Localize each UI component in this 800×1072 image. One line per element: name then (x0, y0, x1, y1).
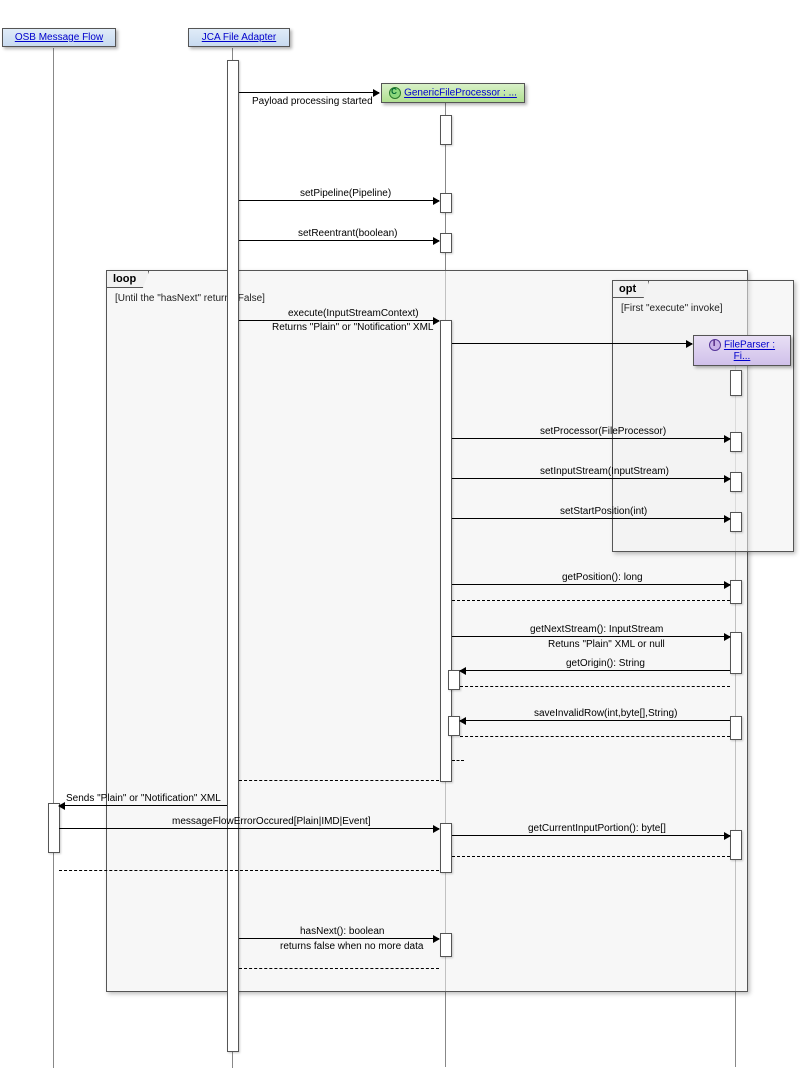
label-m12: Sends "Plain" or "Notification" XML (66, 793, 221, 804)
label-m4r: Returns "Plain" or "Notification" XML (272, 322, 433, 333)
lifeline-osb[interactable]: OSB Message Flow (2, 28, 116, 47)
return-m13 (59, 870, 439, 871)
label-m8: getPosition(): long (562, 572, 643, 583)
activation-gfp-4 (440, 320, 452, 782)
activation-fp-5 (730, 632, 742, 674)
label-m10: getOrigin(): String (566, 658, 645, 669)
return-m15 (239, 968, 439, 969)
return-nested (452, 760, 464, 761)
activation-gfp-5 (440, 823, 452, 873)
activation-gfp-2 (440, 193, 452, 213)
arrow-m4 (239, 320, 439, 321)
arrow-m13 (59, 828, 439, 829)
activation-fp-4 (730, 580, 742, 604)
return-m10 (460, 686, 730, 687)
label-m9r: Retuns "Plain" XML or null (548, 639, 665, 650)
label-m4: execute(InputStreamContext) (288, 308, 419, 319)
arrow-m9 (452, 636, 730, 637)
return-execute (239, 780, 439, 781)
activation-gfp-6 (440, 933, 452, 957)
activation-gfp-3 (440, 233, 452, 253)
return-m11 (460, 736, 730, 737)
label-m9: getNextStream(): InputStream (530, 624, 663, 635)
arrow-m14 (452, 835, 730, 836)
fragment-loop-label: loop (107, 271, 149, 288)
arrow-m5 (452, 438, 730, 439)
arrow-m1 (239, 92, 379, 93)
lifeline-jca[interactable]: JCA File Adapter (188, 28, 290, 47)
lifeline-jca-label: JCA File Adapter (202, 32, 276, 43)
return-m14 (452, 856, 730, 857)
label-m15r: returns false when no more data (280, 941, 423, 952)
lifeline-osb-line (53, 48, 54, 1068)
activation-fp-0 (730, 370, 742, 396)
activation-fp-1 (730, 432, 742, 452)
activation-fp-6 (730, 716, 742, 740)
activation-fp-3 (730, 512, 742, 532)
activation-jca (227, 60, 239, 1052)
arrow-m12 (59, 805, 227, 806)
label-m1: Payload processing started (252, 96, 373, 107)
arrow-m10 (460, 670, 730, 671)
arrow-m7 (452, 518, 730, 519)
lifeline-osb-label: OSB Message Flow (15, 32, 103, 43)
label-m14: getCurrentInputPortion(): byte[] (528, 823, 666, 834)
fragment-opt-guard: [First "execute" invoke] (621, 303, 723, 314)
arrow-m2 (239, 200, 439, 201)
return-m8 (452, 600, 730, 601)
arrow-m6 (452, 478, 730, 479)
label-m15: hasNext(): boolean (300, 926, 385, 937)
lifeline-fp-label: FileParser : Fi... (724, 340, 775, 362)
label-m7: setStartPosition(int) (560, 506, 647, 517)
label-m5: setProcessor(FileProcessor) (540, 426, 666, 437)
activation-fp-2 (730, 472, 742, 492)
arrow-m15 (239, 938, 439, 939)
label-m2: setPipeline(Pipeline) (300, 188, 391, 199)
control-icon (389, 87, 401, 99)
lifeline-gfp[interactable]: GenericFileProcessor : ... (381, 83, 525, 103)
lifeline-fp[interactable]: FileParser : Fi... (693, 335, 791, 366)
interface-icon (709, 339, 721, 351)
activation-gfp-1 (440, 115, 452, 145)
activation-fp-7 (730, 830, 742, 860)
arrow-m8 (452, 584, 730, 585)
arrow-m11 (460, 720, 730, 721)
arrow-m3 (239, 240, 439, 241)
fragment-loop-guard: [Until the "hasNext" returns False] (115, 293, 265, 304)
arrow-fp-create (452, 343, 692, 344)
label-m13: messageFlowErrorOccured[Plain|IMD|Event] (172, 816, 371, 827)
label-m6: setInputStream(InputStream) (540, 466, 669, 477)
lifeline-gfp-label: GenericFileProcessor : ... (404, 88, 517, 99)
label-m3: setReentrant(boolean) (298, 228, 398, 239)
label-m11: saveInvalidRow(int,byte[],String) (534, 708, 677, 719)
fragment-opt-label: opt (613, 281, 649, 298)
